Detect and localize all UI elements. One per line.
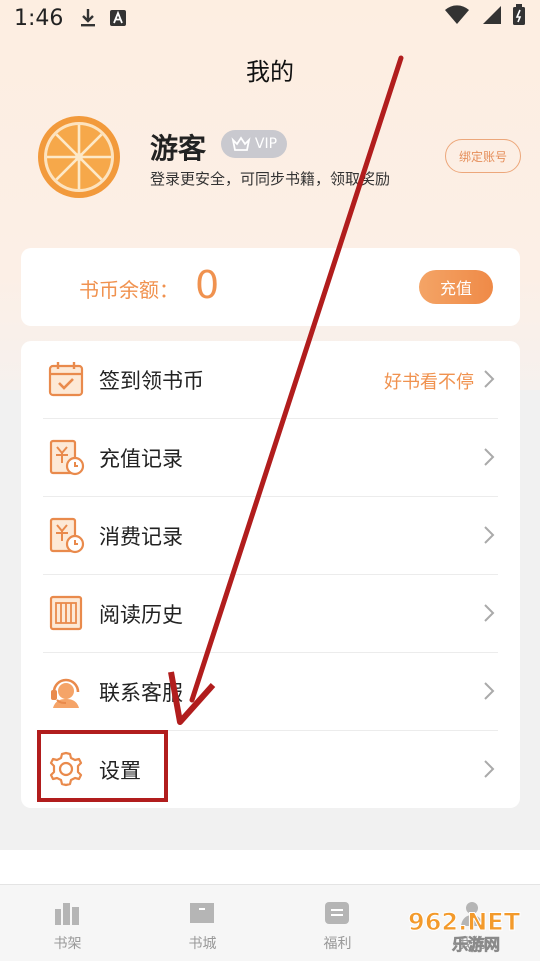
menu-item-customer-service[interactable]: 联系客服 — [21, 653, 520, 731]
customer-service-icon — [51, 678, 80, 708]
chevron-right-icon — [484, 604, 495, 622]
tab-bookstore[interactable]: 书城 — [135, 885, 270, 961]
bottom-spacer — [0, 850, 540, 884]
menu-item-label: 联系客服 — [99, 681, 183, 705]
status-time: 1:46 — [14, 5, 64, 31]
menu-item-label: 阅读历史 — [99, 603, 183, 627]
menu-item-label: 充值记录 — [99, 447, 183, 471]
menu-item-label: 消费记录 — [99, 525, 183, 549]
avatar[interactable] — [38, 116, 120, 198]
menu-item-hint: 好书看不停 — [384, 372, 474, 393]
balance-label: 书币余额： — [79, 278, 179, 302]
book-history-icon — [49, 595, 83, 631]
chevron-right-icon — [484, 448, 495, 466]
a-letter-icon — [109, 9, 127, 27]
bind-account-button[interactable]: 绑定账号 — [445, 139, 521, 173]
menu-item-consumption-records[interactable]: 消费记录 — [21, 497, 520, 575]
bookstore-icon — [190, 903, 214, 923]
tab-label: 福利 — [323, 936, 352, 952]
chevron-right-icon — [484, 370, 495, 388]
crown-icon — [231, 136, 251, 151]
username: 游客 — [150, 132, 207, 165]
chevron-right-icon — [484, 526, 495, 544]
annotation-highlight-box — [37, 730, 168, 802]
tab-label: 书架 — [53, 936, 82, 952]
signal-icon — [480, 5, 502, 31]
wifi-icon — [444, 5, 470, 31]
recharge-button[interactable]: 充值 — [419, 270, 493, 304]
yuan-clock-icon — [49, 439, 85, 476]
tab-bookshelf[interactable]: 书架 — [0, 885, 135, 961]
battery-icon — [512, 4, 526, 32]
menu-item-checkin[interactable]: 签到领书币 好书看不停 — [21, 341, 520, 419]
balance-card: 书币余额： 0 充值 — [21, 248, 520, 326]
tab-welfare[interactable]: 福利 — [270, 885, 405, 961]
vip-badge: VIP — [221, 130, 287, 158]
balance-value: 0 — [195, 263, 220, 307]
status-bar: 1:46 — [0, 0, 540, 36]
menu-item-label: 签到领书币 — [99, 369, 204, 393]
vip-label: VIP — [254, 136, 278, 152]
yuan-clock-icon — [49, 517, 85, 554]
watermark-bottom: 乐游网 — [452, 935, 500, 954]
profile-subtitle: 登录更安全，可同步书籍，领取奖励 — [150, 170, 391, 188]
calendar-check-icon — [48, 362, 84, 397]
welfare-icon — [325, 902, 349, 924]
download-icon — [79, 8, 97, 28]
bookshelf-icon — [55, 903, 79, 925]
menu-item-recharge-records[interactable]: 充值记录 — [21, 419, 520, 497]
watermark-top: 962.NET — [408, 908, 521, 936]
tab-label: 书城 — [188, 936, 217, 952]
chevron-right-icon — [484, 760, 495, 778]
menu-item-reading-history[interactable]: 阅读历史 — [21, 575, 520, 653]
watermark-logo: 962.NET 乐游网 — [408, 908, 522, 955]
chevron-right-icon — [484, 682, 495, 700]
page-title: 我的 — [246, 58, 294, 86]
